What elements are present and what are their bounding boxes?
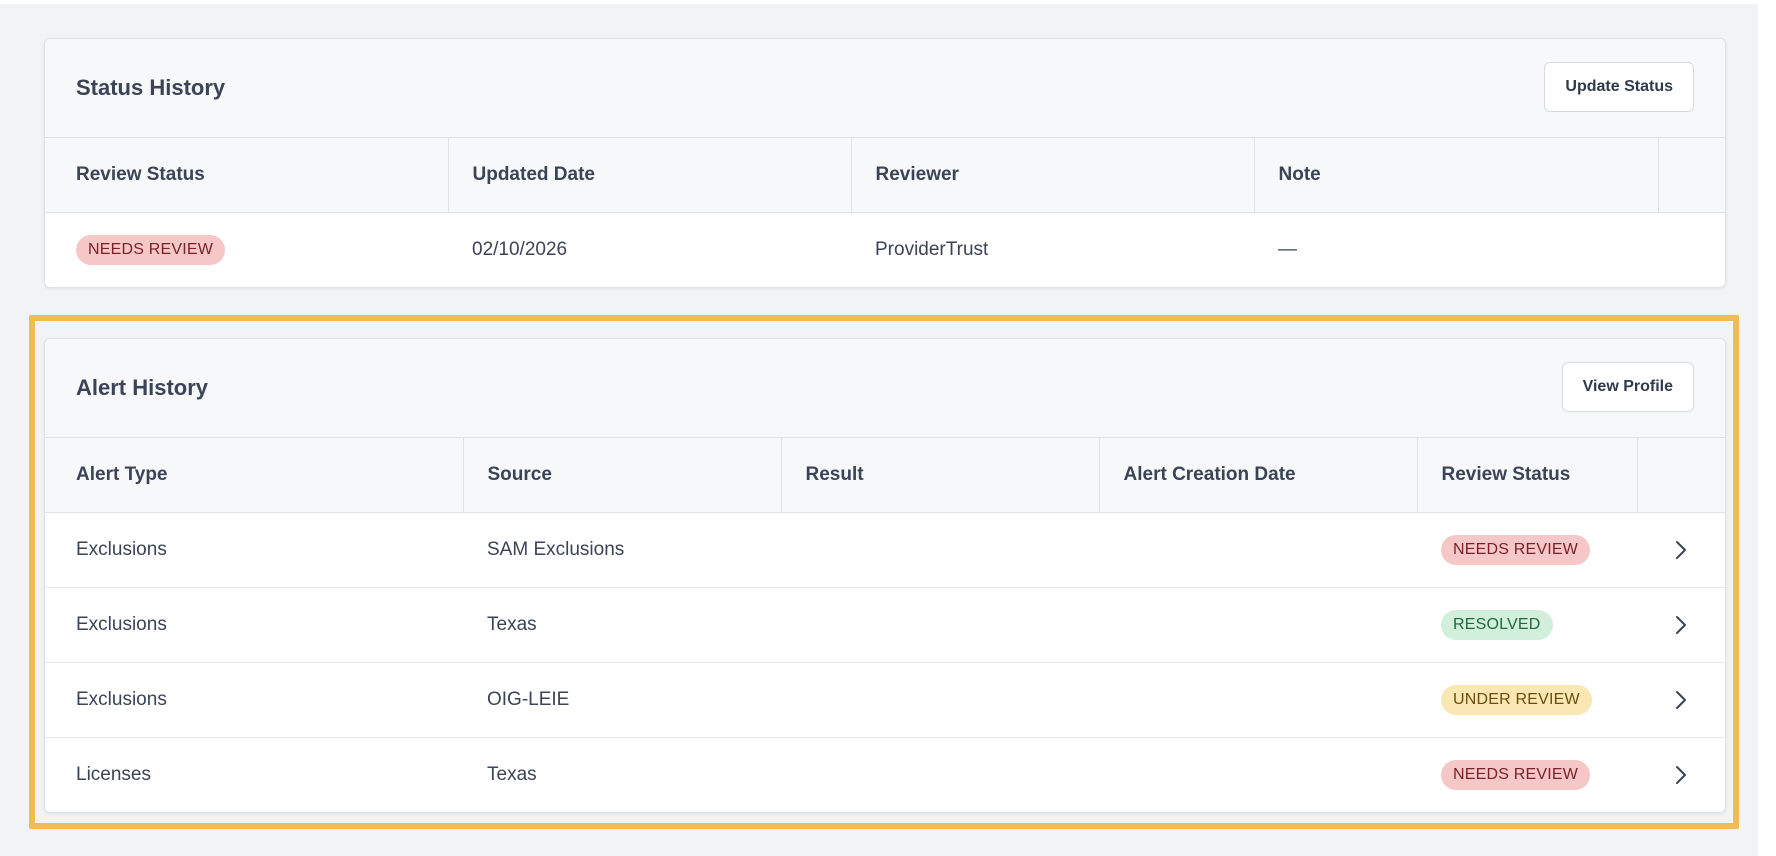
alert-history-title: Alert History [76, 375, 209, 400]
alert-history-header-row: Alert Type Source Result Alert Creation … [45, 438, 1725, 513]
status-badge: NEEDS REVIEW [76, 235, 226, 265]
chevron-right-icon[interactable] [1674, 689, 1688, 711]
result-cell [781, 587, 1099, 663]
status-history-card: Status History Update Status Review Stat… [44, 38, 1726, 288]
source-cell: OIG-LEIE [463, 662, 781, 738]
table-row[interactable]: Licenses Texas NEEDS REVIEW [45, 738, 1725, 813]
chevron-right-icon[interactable] [1674, 764, 1688, 786]
row-action-cell [1637, 662, 1725, 738]
column-header-source[interactable]: Source [463, 438, 782, 513]
status-badge: RESOLVED [1441, 610, 1553, 640]
alert-creation-date-cell [1099, 512, 1417, 588]
status-badge: NEEDS REVIEW [1441, 535, 1591, 565]
alert-creation-date-cell [1099, 738, 1417, 813]
alert-history-card: Alert History View Profile Alert Type So… [44, 338, 1726, 813]
review-status-cell: NEEDS REVIEW [45, 213, 448, 288]
column-header-updated-date[interactable]: Updated Date [448, 138, 852, 213]
review-status-cell: NEEDS REVIEW [1417, 512, 1637, 588]
column-header-result[interactable]: Result [781, 438, 1100, 513]
column-header-reviewer[interactable]: Reviewer [851, 138, 1255, 213]
result-cell [781, 738, 1099, 813]
status-history-header-row: Review Status Updated Date Reviewer Note [45, 138, 1725, 213]
status-history-title: Status History [76, 75, 226, 100]
source-cell: Texas [463, 587, 781, 663]
row-action-cell [1637, 512, 1725, 588]
alert-type-cell: Exclusions [45, 512, 463, 588]
review-status-cell: RESOLVED [1417, 587, 1637, 663]
alert-type-cell: Exclusions [45, 662, 463, 738]
column-header-alert-creation-date[interactable]: Alert Creation Date [1099, 438, 1418, 513]
alert-type-cell: Licenses [76, 764, 151, 785]
review-status-cell: NEEDS REVIEW [1417, 738, 1637, 813]
empty-cell [1658, 213, 1725, 288]
alert-history-header: Alert History View Profile [45, 339, 1725, 438]
table-row[interactable]: Exclusions OIG-LEIE UNDER REVIEW [45, 662, 1725, 738]
result-cell [781, 512, 1099, 588]
note-cell: — [1278, 239, 1297, 260]
chevron-right-icon[interactable] [1674, 614, 1688, 636]
review-status-cell: UNDER REVIEW [1417, 662, 1637, 738]
alert-type-cell: Exclusions [45, 587, 463, 663]
column-header-actions [1658, 138, 1725, 213]
update-status-button[interactable]: Update Status [1544, 62, 1694, 112]
alert-history-table: Alert Type Source Result Alert Creation … [45, 438, 1725, 812]
row-action-cell [1637, 587, 1725, 663]
alert-creation-date-cell [1099, 662, 1417, 738]
source-cell: Texas [487, 764, 537, 785]
status-badge: NEEDS REVIEW [1441, 760, 1591, 790]
row-action-cell [1637, 738, 1725, 813]
table-row[interactable]: Exclusions Texas RESOLVED [45, 587, 1725, 663]
table-row[interactable]: Exclusions SAM Exclusions NEEDS REVIEW [45, 512, 1725, 588]
column-header-actions [1637, 438, 1725, 513]
result-cell [781, 662, 1099, 738]
column-header-review-status[interactable]: Review Status [1417, 438, 1638, 513]
status-badge: UNDER REVIEW [1441, 685, 1592, 715]
column-header-alert-type[interactable]: Alert Type [45, 438, 464, 513]
updated-date-cell: 02/10/2026 [472, 239, 568, 260]
chevron-right-icon[interactable] [1674, 539, 1688, 561]
view-profile-button[interactable]: View Profile [1561, 362, 1694, 412]
alert-creation-date-cell [1099, 587, 1417, 663]
status-history-table: Review Status Updated Date Reviewer Note… [45, 138, 1725, 287]
column-header-review-status[interactable]: Review Status [45, 138, 449, 213]
reviewer-cell: ProviderTrust [875, 239, 989, 260]
source-cell: SAM Exclusions [463, 512, 781, 588]
column-header-note[interactable]: Note [1254, 138, 1659, 213]
status-history-header: Status History Update Status [45, 39, 1725, 138]
table-row: NEEDS REVIEW 02/10/2026 ProviderTrust — [45, 213, 1725, 288]
